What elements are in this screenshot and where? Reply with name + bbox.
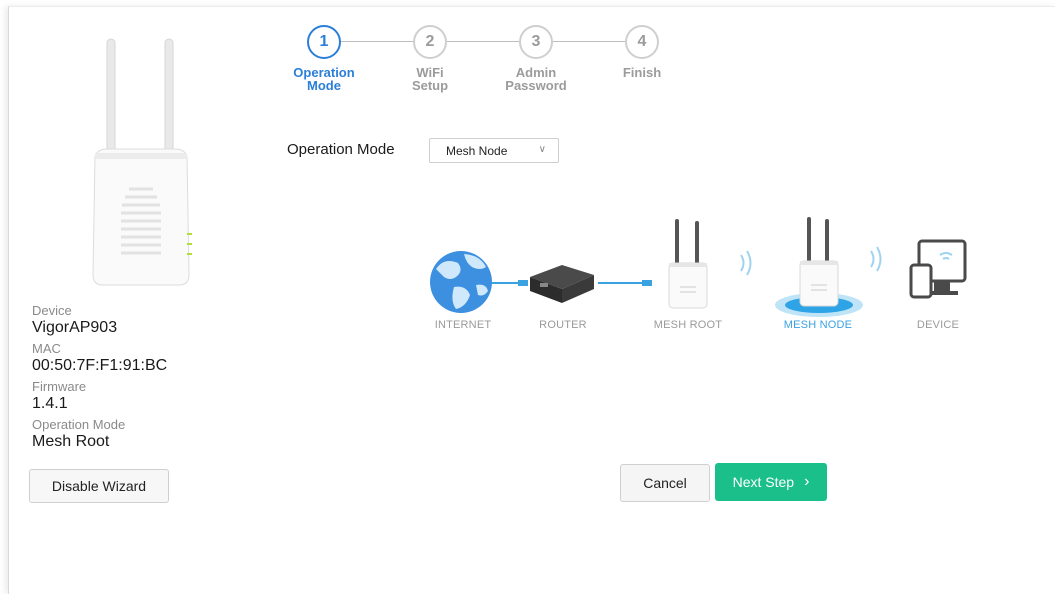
node-label-internet: INTERNET [434,319,492,331]
device-info: Device VigorAP903 MAC 00:50:7F:F1:91:BC … [32,303,167,455]
mac-value: 00:50:7F:F1:91:BC [32,357,168,374]
opmode-value: Mesh Root [32,433,110,450]
step-label: WiFi Setup [411,65,449,93]
device-label: Device [32,303,72,318]
access-point-image [92,38,192,286]
node-label-mesh-root: MESH ROOT [653,319,723,331]
node-label-device: DEVICE [916,319,960,331]
opmode-label: Operation Mode [32,417,126,432]
topology-illustration [430,217,967,317]
node-label-mesh-node: MESH NODE [783,319,853,331]
operation-mode-value: Mesh Node [446,144,508,158]
firmware-value: 1.4.1 [32,395,68,412]
step-finish[interactable]: 4 Finish [602,25,682,79]
next-step-label: Next Step [732,474,795,490]
step-label: Operation Mode [293,65,355,93]
cancel-button[interactable]: Cancel [620,464,710,502]
next-step-button[interactable]: Next Step › [715,463,827,501]
router-icon [530,265,594,303]
chevron-down-icon: ∨ [538,144,546,155]
step-number: 3 [519,25,553,59]
disable-wizard-button[interactable]: Disable Wizard [29,469,169,503]
device-value: VigorAP903 [32,319,118,336]
step-operation-mode[interactable]: 1 Operation Mode [284,25,364,92]
wizard-stepper: 1 Operation Mode 2 WiFi Setup 3 Admin Pa… [281,19,681,109]
device-icon [909,239,967,299]
step-number: 1 [307,25,341,59]
operation-mode-label: Operation Mode [287,141,395,158]
chevron-right-icon: › [804,473,810,490]
mesh-root-icon [668,219,708,309]
step-wifi-setup[interactable]: 2 WiFi Setup [390,25,470,92]
step-number: 2 [413,25,447,59]
wifi-waves-icon [740,250,752,276]
globe-icon [430,251,492,313]
mac-label: MAC [32,341,61,356]
step-admin-password[interactable]: 3 Admin Password [496,25,576,92]
wifi-waves-icon [870,246,882,272]
mesh-node-icon [775,217,863,317]
step-number: 4 [625,25,659,59]
node-label-router: ROUTER [539,319,587,331]
step-label: Finish [622,65,662,80]
topology-diagram: INTERNET ROUTER MESH ROOT MESH NODE DEVI… [414,207,974,347]
device-panel: Device VigorAP903 MAC 00:50:7F:F1:91:BC … [9,7,274,594]
firmware-label: Firmware [32,379,87,394]
operation-mode-select[interactable]: Mesh Node ∨ [429,138,559,163]
step-label: Admin Password [505,65,567,93]
wizard-window: Device VigorAP903 MAC 00:50:7F:F1:91:BC … [8,6,1055,594]
